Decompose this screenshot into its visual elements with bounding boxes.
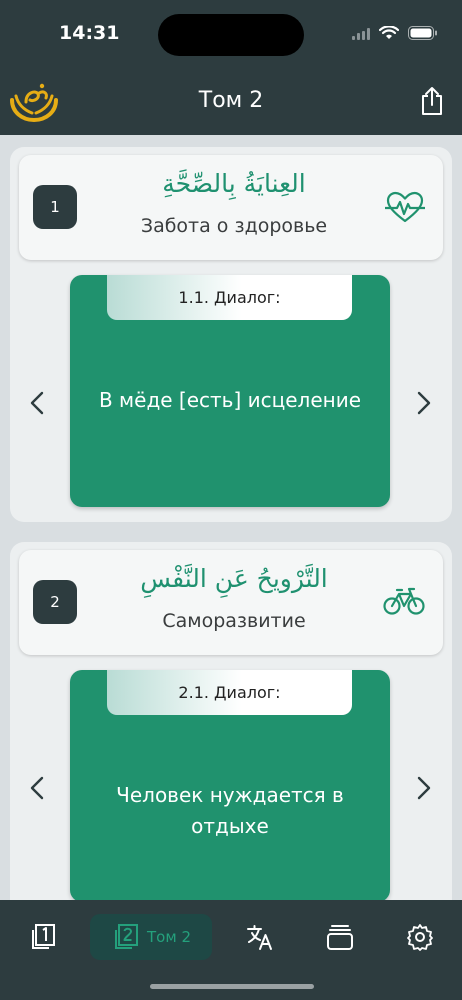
card-text: В мёде [есть] исцеление	[98, 388, 362, 412]
share-icon	[422, 87, 442, 115]
card-tab-label: 2.1. Диалог:	[107, 670, 352, 715]
tab-cards[interactable]	[320, 914, 360, 960]
card-tab-label: 1.1. Диалог:	[107, 275, 352, 320]
share-button[interactable]	[420, 86, 444, 120]
lesson-section: 2 التَّرْويحُ عَنِ النَّفْسِ Саморазвити…	[10, 542, 452, 900]
next-card-button[interactable]	[409, 768, 439, 808]
lesson-title: Саморазвитие	[162, 610, 306, 632]
bicycle-icon	[383, 586, 425, 620]
status-icons	[352, 25, 438, 44]
app-header: 14:31 Том 2	[0, 0, 462, 135]
lessons-scroll-area[interactable]: 1 العِنايَةُ بِالصِّحَّةِ Забота о здоро…	[0, 135, 462, 900]
dialog-card[interactable]: 2.1. Диалог: Человек нуждается в отдыхе	[70, 670, 390, 900]
previous-card-button[interactable]	[22, 768, 52, 808]
next-card-button[interactable]	[409, 383, 439, 423]
chevron-right-icon	[417, 776, 431, 800]
lesson-title: Забота о здоровье	[140, 215, 328, 237]
battery-icon	[408, 25, 438, 44]
lesson-arabic-title: التَّرْويحُ عَنِ النَّفْسِ	[140, 564, 328, 593]
settings-icon	[407, 924, 433, 951]
tab-translate[interactable]	[240, 914, 280, 960]
status-time: 14:31	[59, 22, 120, 44]
tab-volume-2[interactable]: Том 2	[90, 914, 212, 960]
lesson-number-badge: 1	[33, 185, 77, 229]
page-title: Том 2	[198, 88, 264, 113]
home-indicator	[150, 984, 314, 989]
card-text: Человек нуждается в отдыхе	[116, 783, 344, 838]
lesson-header[interactable]: 2 التَّرْويحُ عَنِ النَّفْسِ Саморазвити…	[19, 550, 443, 655]
lesson-number-badge: 2	[33, 580, 77, 624]
wifi-icon	[378, 25, 400, 44]
volume-2-icon	[115, 924, 139, 949]
lesson-header[interactable]: 1 العِنايَةُ بِالصِّحَّةِ Забота о здоро…	[19, 155, 443, 260]
cards-icon	[327, 925, 353, 950]
tab-settings[interactable]	[400, 914, 440, 960]
chevron-left-icon	[30, 776, 44, 800]
tab-volume-1[interactable]	[22, 914, 62, 960]
tab-volume-2-label: Том 2	[147, 928, 191, 946]
lesson-arabic-title: العِنايَةُ بِالصِّحَّةِ	[162, 169, 306, 198]
dialog-card[interactable]: 1.1. Диалог: В мёде [есть] исцеление	[70, 275, 390, 507]
lesson-section: 1 العِنايَةُ بِالصِّحَّةِ Забота о здоро…	[10, 147, 452, 522]
chevron-left-icon	[30, 391, 44, 415]
dynamic-island	[158, 14, 304, 56]
volume-1-icon	[32, 924, 55, 949]
signal-icon	[352, 25, 370, 44]
previous-card-button[interactable]	[22, 383, 52, 423]
chevron-right-icon	[417, 391, 431, 415]
translate-icon	[247, 925, 272, 950]
heartbeat-icon	[385, 191, 425, 227]
